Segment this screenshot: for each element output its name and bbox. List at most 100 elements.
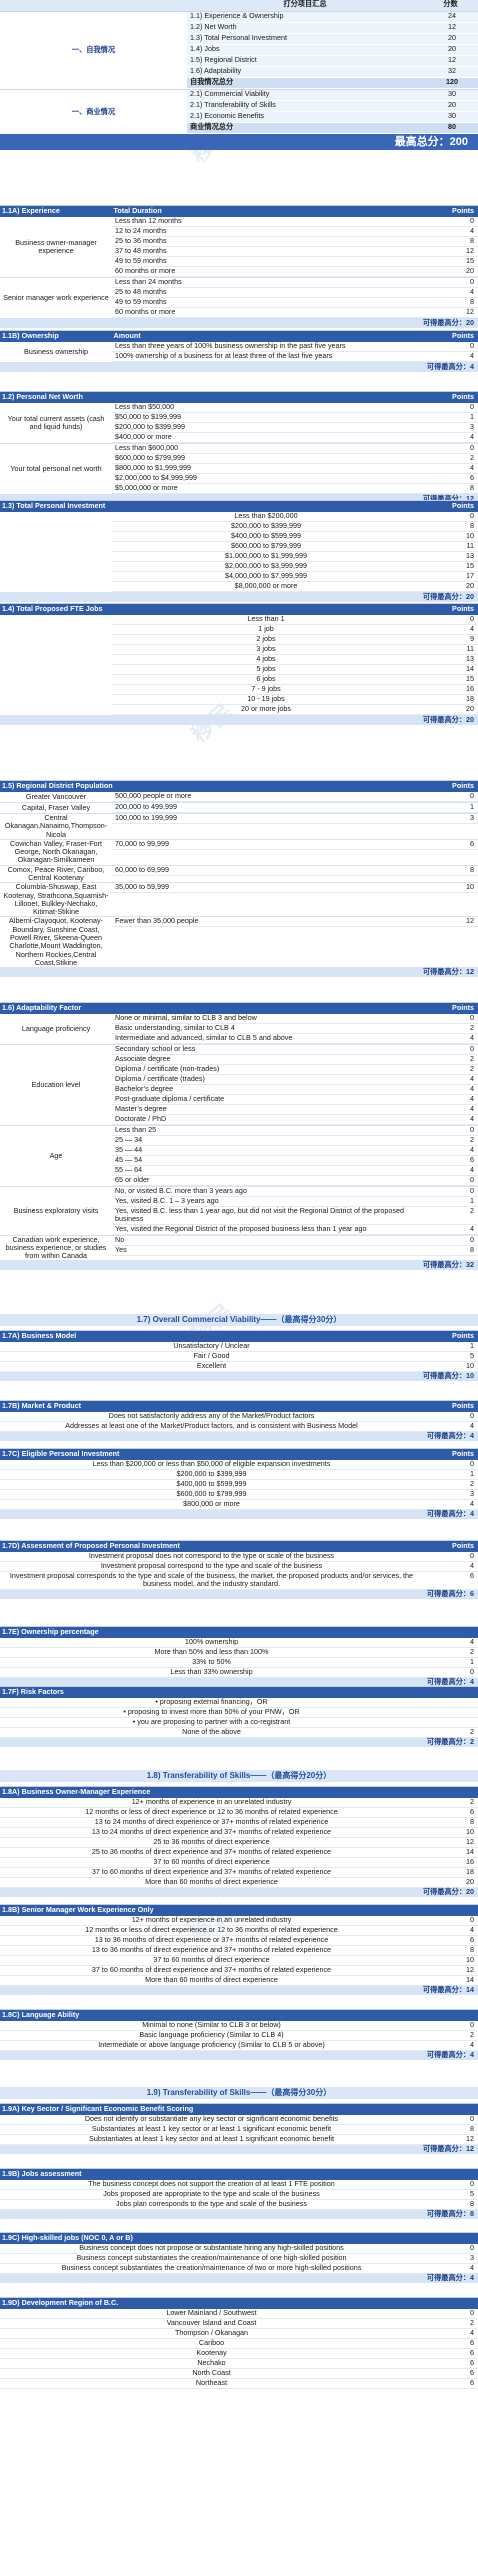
criteria-factor: Cowichan Valley, Fraser-Fort George, Nor… xyxy=(0,839,112,865)
criteria-options: Fewer than 35,000 people 12 xyxy=(112,917,478,967)
option-points: 8 xyxy=(470,2199,474,2208)
option-points: 2 xyxy=(470,1647,474,1656)
criteria-option: No 0 xyxy=(112,1235,478,1246)
criteria-options: Less than $50,000 0 $50,000 to $199,999 1 $2… xyxy=(112,402,478,443)
summary-item-score: 32 xyxy=(448,66,456,75)
section-points-label: Points xyxy=(452,206,474,216)
option-text: Less than 1 xyxy=(247,614,285,623)
criteria-option: More than 50% and less than 100% 2 xyxy=(0,1647,478,1658)
criteria-option: 65 or older 0 xyxy=(112,1175,478,1186)
option-text: Master’s degree xyxy=(115,1104,167,1113)
option-text: 70,000 to 99,999 xyxy=(115,838,169,848)
option-text: 20 or more jobs xyxy=(241,704,291,713)
option-text: $400,000 to $599,999 xyxy=(231,531,301,540)
option-text: Less than 33% ownership xyxy=(170,1667,253,1676)
section-title: 1.8A) Business Owner-Manager Experience xyxy=(2,1787,151,1797)
option-points: 16 xyxy=(466,1857,474,1866)
option-points: 0 xyxy=(470,2114,474,2123)
option-text: Substantiates at least 1 key sector or a… xyxy=(91,2124,332,2133)
option-text: Fair / Good xyxy=(193,1351,230,1360)
criteria-option: Unsatisfactory / Unclear 1 xyxy=(0,1341,478,1352)
option-points: 4 xyxy=(470,1925,474,1934)
criteria-option: 500,000 people or more 0 xyxy=(112,791,478,802)
section-title: 1.3) Total Personal Investment xyxy=(2,501,106,511)
summary-item-label: 2.1) Economic Benefits xyxy=(190,111,264,120)
criteria-section: 1.8B) Senior Manager Work Experience Onl… xyxy=(0,1904,478,1995)
option-points: 6 xyxy=(470,2338,474,2347)
option-points: 6 xyxy=(470,1807,474,1816)
option-text: 37 to 60 months of direct experience xyxy=(153,1955,270,1964)
option-text: $600,000 to $799,999 xyxy=(231,541,301,550)
option-points: 4 xyxy=(470,1033,474,1042)
section-max-score: 可得最高分：20 xyxy=(0,592,478,602)
option-text: $800,000 or more xyxy=(183,1499,240,1508)
section-max-score: 可得最高分：10 xyxy=(0,1371,478,1381)
option-points: 2 xyxy=(470,1064,474,1073)
criteria-option: North Coast 6 xyxy=(0,2368,478,2379)
option-points: 8 xyxy=(470,483,474,492)
criteria-factor: Business owner-manager experience xyxy=(0,217,112,277)
option-points: 10 xyxy=(466,882,474,892)
option-points xyxy=(420,1708,478,1717)
criteria-section: 1.2) Personal Net Worth Points Your total … xyxy=(0,391,478,504)
option-points: 20 xyxy=(466,581,474,590)
criteria-option: Northeast 6 xyxy=(0,2378,478,2389)
criteria-options: No, or visited B.C. more than 3 years ag… xyxy=(112,1186,478,1235)
section-title: 1.2) Personal Net Worth xyxy=(2,392,83,402)
option-points: 4 xyxy=(470,1104,474,1113)
option-text: Jobs proposed are appropriate to the typ… xyxy=(103,2189,320,2198)
transfer-band: 1.8) Transferability of Skills——（最高得分20分… xyxy=(0,1770,478,1782)
option-points: 4 xyxy=(470,2040,474,2049)
criteria-factor: Greater Vancouver xyxy=(0,792,112,802)
option-text: $200,000 to $399,999 xyxy=(176,1469,247,1478)
criteria-factor: Business exploratory visits xyxy=(0,1187,112,1235)
option-text: Cariboo xyxy=(198,2338,225,2347)
criteria-factor: Your total current assets (cash and liqu… xyxy=(0,403,112,443)
option-points: 2 xyxy=(470,1054,474,1063)
section-points-label: Points xyxy=(452,604,474,614)
criteria-options: No 0 Yes 8 xyxy=(112,1235,478,1261)
criteria-section: 1.7B) Market & Product Points Does not sat… xyxy=(0,1400,478,1441)
summary-item-label: 1.6) Adaptability xyxy=(190,66,242,75)
option-text: Jobs plan corresponds to the type and sc… xyxy=(116,2199,307,2208)
criteria-option: 70,000 to 99,999 6 xyxy=(112,838,478,850)
criteria-options: Less than 25 0 25 — 34 2 35 — 44 4 45 — 54 6 55 … xyxy=(112,1125,478,1186)
option-points: 4 xyxy=(470,1637,474,1646)
option-text: Nechako xyxy=(197,2358,226,2367)
summary-rows: 2.1) Commercial Viability 30 2.1) Transfer… xyxy=(187,89,478,134)
summary-item-score: 24 xyxy=(448,11,456,20)
option-text: Basic language proficiency (Similar to C… xyxy=(139,2030,284,2039)
summary-header-score: 分数 xyxy=(443,0,458,8)
option-text: 49 to 59 months xyxy=(115,256,167,265)
criteria-section: 1.7D) Assessment of Proposed Personal In… xyxy=(0,1540,478,1599)
option-points: 2 xyxy=(470,453,474,462)
option-points: 4 xyxy=(470,1223,474,1233)
option-text: Intermediate or above language proficien… xyxy=(98,2040,325,2049)
option-text: 35,000 to 59,999 xyxy=(115,882,169,892)
summary-item-score: 20 xyxy=(448,33,456,42)
option-points: 12 xyxy=(466,1837,474,1846)
option-points: 0 xyxy=(470,443,474,452)
criteria-options: Less than three years of 100% business o… xyxy=(112,341,478,362)
option-points: 14 xyxy=(466,664,474,673)
option-text: 12+ months of experience in an unrelated… xyxy=(131,1797,292,1806)
option-points: 0 xyxy=(470,614,474,623)
criteria-option: Business concept substantiates the creat… xyxy=(0,2263,478,2274)
criteria-options: 35,000 to 59,999 10 xyxy=(112,883,478,916)
option-text: Basic understanding, similar to CLB 4 xyxy=(115,1023,235,1032)
option-text: $5,000,000 or more xyxy=(115,483,178,492)
criteria-section: 1.3) Total Personal Investment Points Less… xyxy=(0,500,478,602)
summary-item-label: 商业情况总分 xyxy=(190,122,234,131)
option-text: 6 jobs xyxy=(256,674,276,683)
criteria-option: Intermediate and advanced, similar to CL… xyxy=(112,1033,478,1044)
option-text: 100% ownership of a business for at leas… xyxy=(115,351,333,360)
criteria-option: 25 — 34 2 xyxy=(112,1135,478,1146)
section-title: 1.8B) Senior Manager Work Experience Onl… xyxy=(2,1905,154,1915)
criteria-option: Yes, visited the Regional District of th… xyxy=(112,1223,478,1235)
option-points: 12 xyxy=(466,246,474,255)
option-points: 17 xyxy=(466,571,474,580)
option-points: 6 xyxy=(470,2368,474,2377)
option-points: 0 xyxy=(470,2020,474,2029)
option-points: 0 xyxy=(470,791,474,800)
option-points: 1 xyxy=(470,802,474,811)
